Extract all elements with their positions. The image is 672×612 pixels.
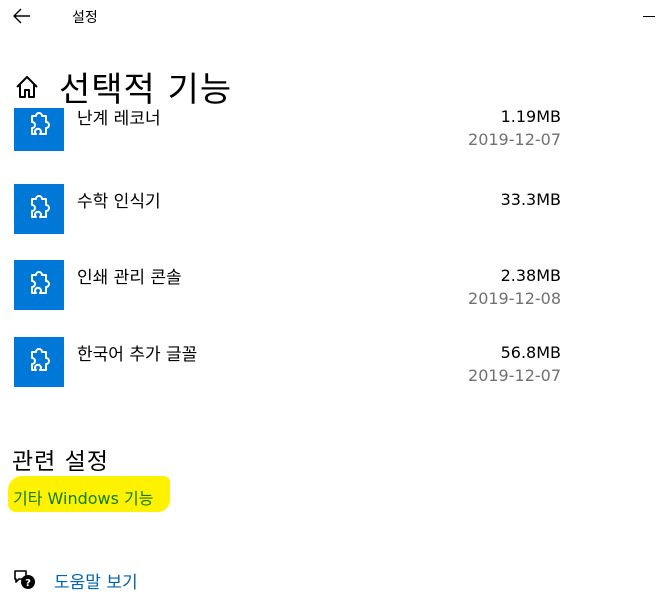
- feature-name: 인쇄 관리 콘솔: [77, 268, 182, 288]
- home-icon[interactable]: [14, 74, 40, 100]
- feature-name: 한국어 추가 글꼴: [77, 345, 198, 365]
- back-button[interactable]: [10, 5, 34, 27]
- page-title: 선택적 기능: [59, 70, 233, 110]
- feature-tile: [14, 337, 64, 387]
- feature-size: 2.38MB: [500, 266, 561, 285]
- puzzle-piece-icon: [31, 195, 50, 218]
- title-bar: 설정: [0, 0, 672, 34]
- get-help-link[interactable]: 도움말 보기: [54, 568, 138, 593]
- feature-date: 2019-12-08: [468, 289, 561, 308]
- feature-size: 1.19MB: [500, 108, 561, 126]
- feature-date: 2019-12-07: [468, 130, 561, 149]
- feature-size: 33.3MB: [500, 190, 561, 209]
- related-settings-heading: 관련 설정: [12, 449, 109, 475]
- feature-size: 56.8MB: [500, 343, 561, 362]
- feature-item[interactable]: 난계 레코너 1.19MB 2019-12-07: [0, 108, 672, 164]
- other-windows-features-link[interactable]: 기타 Windows 기능: [13, 485, 153, 509]
- feature-item[interactable]: 인쇄 관리 콘솔 2.38MB 2019-12-08: [0, 260, 672, 324]
- feature-name: 수학 인식기: [77, 192, 161, 212]
- feature-list: 난계 레코너 1.19MB 2019-12-07 수학 인식기 33.3MB 인…: [0, 108, 672, 398]
- feature-item[interactable]: 수학 인식기 33.3MB: [0, 184, 672, 248]
- feature-item[interactable]: 한국어 추가 글꼴 56.8MB 2019-12-07: [0, 337, 672, 398]
- get-help-row[interactable]: ? 도움말 보기: [12, 566, 212, 593]
- window-title: 설정: [72, 10, 98, 26]
- feature-tile: [14, 184, 64, 234]
- feature-name: 난계 레코너: [77, 109, 161, 129]
- help-chat-icon: ?: [14, 570, 35, 589]
- puzzle-piece-icon: [31, 271, 50, 294]
- puzzle-piece-icon: [31, 112, 50, 135]
- feature-tile: [14, 260, 64, 310]
- feature-date: 2019-12-07: [468, 366, 561, 385]
- puzzle-piece-icon: [31, 348, 50, 371]
- feature-tile: [14, 108, 64, 151]
- svg-text:?: ?: [25, 578, 31, 589]
- minimize-button[interactable]: [634, 4, 664, 26]
- back-arrow-icon: [13, 8, 30, 24]
